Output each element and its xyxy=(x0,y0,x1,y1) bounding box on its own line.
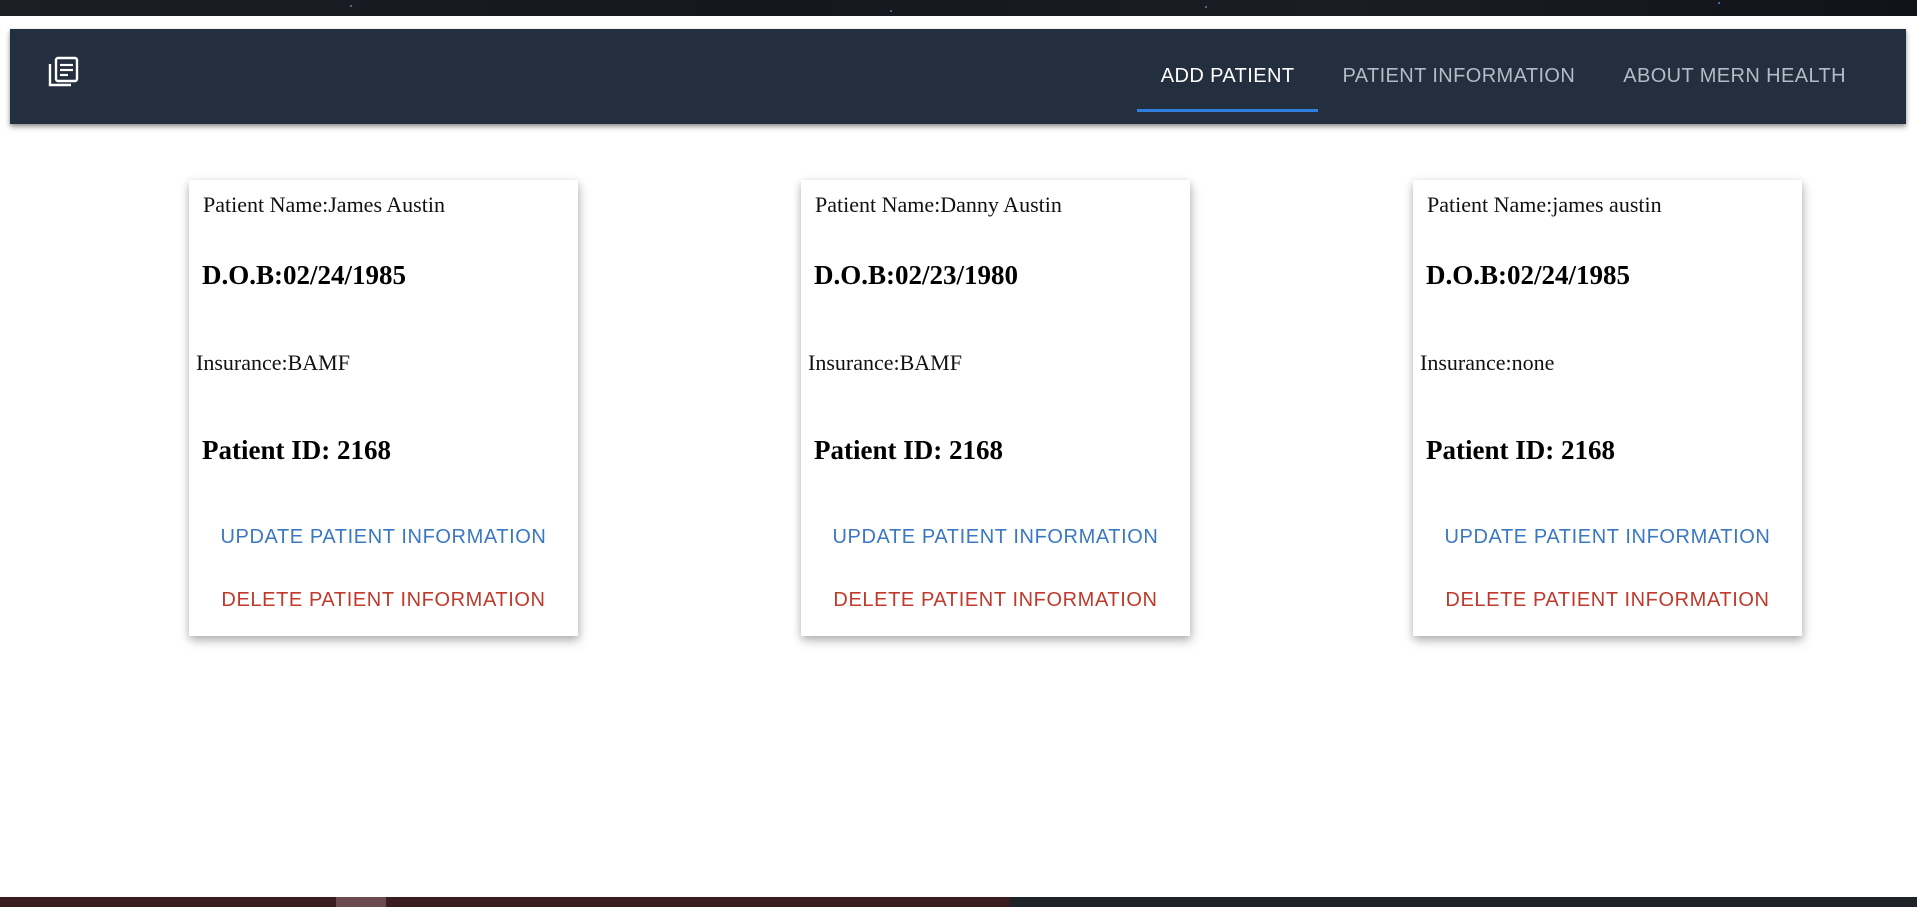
update-patient-button[interactable]: UPDATE PATIENT INFORMATION xyxy=(801,526,1190,549)
patient-insurance: Insurance:none xyxy=(1420,350,1555,375)
patient-dob: D.O.B:02/24/1985 xyxy=(202,260,407,290)
patient-name: Patient Name:James Austin xyxy=(203,192,445,217)
patient-card: Patient Name:Danny Austin D.O.B:02/23/19… xyxy=(801,180,1190,636)
patient-card: Patient Name:James Austin D.O.B:02/24/19… xyxy=(189,180,578,636)
app-bar: ADD PATIENT PATIENT INFORMATION ABOUT ME… xyxy=(10,29,1906,124)
delete-patient-button[interactable]: DELETE PATIENT INFORMATION xyxy=(801,589,1190,612)
patient-insurance: Insurance:BAMF xyxy=(808,350,962,375)
patient-id: Patient ID: 2168 xyxy=(814,435,1003,465)
update-patient-button[interactable]: UPDATE PATIENT INFORMATION xyxy=(189,526,578,549)
window-top-strip xyxy=(0,0,1917,16)
patient-name: Patient Name:james austin xyxy=(1427,192,1662,217)
patient-id: Patient ID: 2168 xyxy=(1426,435,1615,465)
taskbar-strip xyxy=(0,897,1917,907)
tab-about-mern-health[interactable]: ABOUT MERN HEALTH xyxy=(1599,29,1906,124)
patient-dob: D.O.B:02/24/1985 xyxy=(1426,260,1631,290)
patient-insurance: Insurance:BAMF xyxy=(196,350,350,375)
update-patient-button[interactable]: UPDATE PATIENT INFORMATION xyxy=(1413,526,1802,549)
library-books-icon[interactable] xyxy=(46,55,80,89)
delete-patient-button[interactable]: DELETE PATIENT INFORMATION xyxy=(189,589,578,612)
patient-name: Patient Name:Danny Austin xyxy=(815,192,1062,217)
patient-card: Patient Name:james austin D.O.B:02/24/19… xyxy=(1413,180,1802,636)
patient-dob: D.O.B:02/23/1980 xyxy=(814,260,1019,290)
delete-patient-button[interactable]: DELETE PATIENT INFORMATION xyxy=(1413,589,1802,612)
tab-patient-information[interactable]: PATIENT INFORMATION xyxy=(1318,29,1599,124)
tab-add-patient[interactable]: ADD PATIENT xyxy=(1136,29,1319,124)
patient-id: Patient ID: 2168 xyxy=(202,435,391,465)
nav-tabs: ADD PATIENT PATIENT INFORMATION ABOUT ME… xyxy=(1136,29,1906,124)
